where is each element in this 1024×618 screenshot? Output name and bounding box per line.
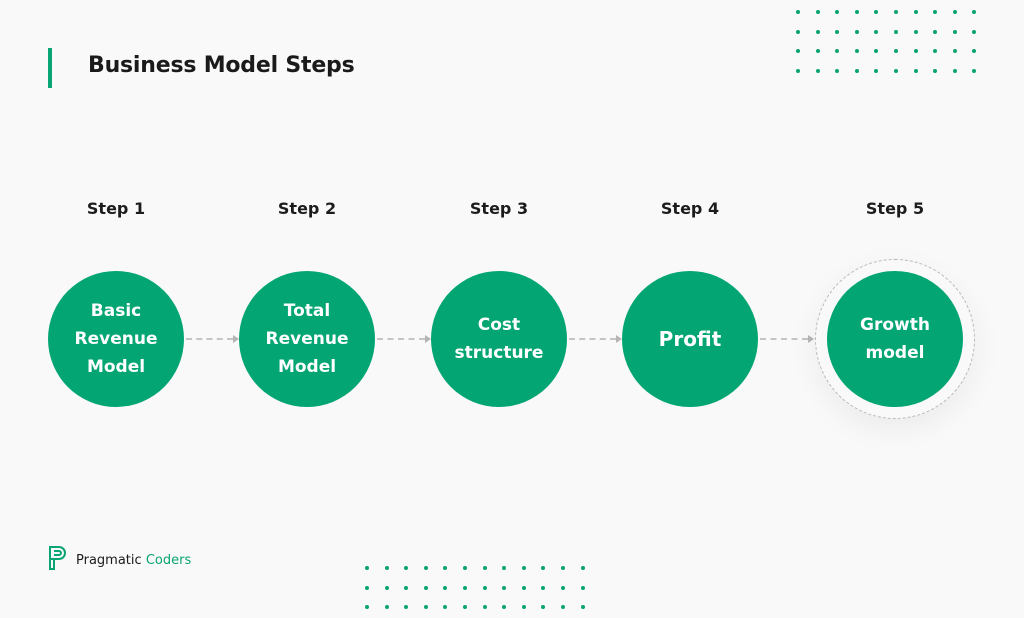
decorative-dot xyxy=(815,68,820,73)
decorative-dot xyxy=(933,49,938,54)
decorative-dot xyxy=(482,605,487,610)
decorative-dot xyxy=(815,10,820,14)
decorative-dot xyxy=(502,566,507,570)
step-2-circle: Total Revenue Model xyxy=(239,271,375,407)
decorative-dot xyxy=(796,68,800,73)
decorative-dot xyxy=(423,566,428,570)
decorative-dot xyxy=(541,585,546,590)
brand-name: Pragmatic Coders xyxy=(76,553,191,568)
decorative-dot xyxy=(482,585,487,590)
decorative-dot xyxy=(404,585,409,590)
decorative-dot xyxy=(502,585,507,590)
decorative-dot xyxy=(423,585,428,590)
decorative-dot xyxy=(463,605,467,610)
decorative-dot xyxy=(796,49,800,54)
decorative-dot xyxy=(423,605,428,610)
step-4-label: Step 4 xyxy=(660,199,720,218)
decorative-dot xyxy=(933,10,938,14)
step-2-label: Step 2 xyxy=(277,199,337,218)
decorative-dot xyxy=(561,566,565,570)
decorative-dot xyxy=(541,605,546,610)
decorative-dot xyxy=(835,10,840,14)
decorative-dot xyxy=(874,10,879,14)
connector-1-2 xyxy=(186,338,233,340)
decorative-dot xyxy=(894,10,898,14)
decorative-dot xyxy=(443,566,448,570)
step-4-circle: Profit xyxy=(622,271,758,407)
connector-4-5 xyxy=(760,338,808,340)
decorative-dot xyxy=(835,68,840,73)
decorative-dot xyxy=(365,566,369,570)
decorative-dot xyxy=(561,585,565,590)
decorative-dot xyxy=(952,10,957,14)
decorative-dot xyxy=(874,68,879,73)
decorative-dot xyxy=(972,68,977,73)
decorative-dot xyxy=(561,605,565,610)
decorative-dot xyxy=(521,566,526,570)
decorative-dot xyxy=(874,49,879,54)
decorative-dot xyxy=(463,566,467,570)
step-1-label: Step 1 xyxy=(86,199,146,218)
step-3-label: Step 3 xyxy=(469,199,529,218)
step-5-label: Step 5 xyxy=(865,199,925,218)
page-title: Business Model Steps xyxy=(88,53,355,78)
decorative-dot xyxy=(972,10,977,14)
decorative-dot xyxy=(835,29,840,34)
pragmatic-coders-logo-icon xyxy=(48,545,68,575)
decorative-dot xyxy=(952,29,957,34)
step-5-circle: Growth model xyxy=(827,271,963,407)
decorative-dot xyxy=(482,566,487,570)
decorative-dot xyxy=(443,585,448,590)
decorative-dot xyxy=(384,566,389,570)
decorative-dot xyxy=(815,49,820,54)
decorative-dot xyxy=(835,49,840,54)
decorative-dot xyxy=(854,68,859,73)
decorative-dot xyxy=(894,29,898,34)
decorative-dot xyxy=(796,10,800,14)
decorative-dot xyxy=(913,49,918,54)
decorative-dot xyxy=(365,605,369,610)
decorative-dot xyxy=(796,29,800,34)
decorative-dot xyxy=(580,585,585,590)
decorative-dot xyxy=(541,566,546,570)
decorative-dot xyxy=(502,605,507,610)
connector-3-4 xyxy=(569,338,616,340)
decorative-dot xyxy=(933,29,938,34)
brand-logo: Pragmatic Coders xyxy=(48,545,191,575)
decorative-dot xyxy=(854,49,859,54)
decorative-dot xyxy=(580,605,585,610)
decorative-dot xyxy=(913,29,918,34)
decorative-dot xyxy=(913,68,918,73)
decorative-dot xyxy=(972,29,977,34)
decorative-dot xyxy=(580,566,585,570)
decorative-dot xyxy=(404,605,409,610)
decorative-dot xyxy=(365,585,369,590)
decorative-dot xyxy=(854,29,859,34)
step-1-circle: Basic Revenue Model xyxy=(48,271,184,407)
decorative-dot xyxy=(443,605,448,610)
brand-name-first: Pragmatic xyxy=(76,552,142,568)
title-accent-bar xyxy=(48,48,52,88)
decorative-dot xyxy=(894,49,898,54)
brand-name-second: Coders xyxy=(145,552,192,568)
decorative-dot xyxy=(952,49,957,54)
decorative-dot xyxy=(384,605,389,610)
decorative-dot xyxy=(874,29,879,34)
decorative-dot xyxy=(952,68,957,73)
decorative-dot xyxy=(404,566,409,570)
arrow-icon xyxy=(808,335,814,343)
decorative-dot xyxy=(972,49,977,54)
decorative-dot xyxy=(521,585,526,590)
decorative-dot xyxy=(933,68,938,73)
decorative-dot xyxy=(463,585,467,590)
step-3-circle: Cost structure xyxy=(431,271,567,407)
decorative-dot xyxy=(815,29,820,34)
decorative-dot xyxy=(521,605,526,610)
connector-2-3 xyxy=(377,338,425,340)
decorative-dot xyxy=(894,68,898,73)
decorative-dot xyxy=(854,10,859,14)
decorative-dot xyxy=(384,585,389,590)
decorative-dot xyxy=(913,10,918,14)
